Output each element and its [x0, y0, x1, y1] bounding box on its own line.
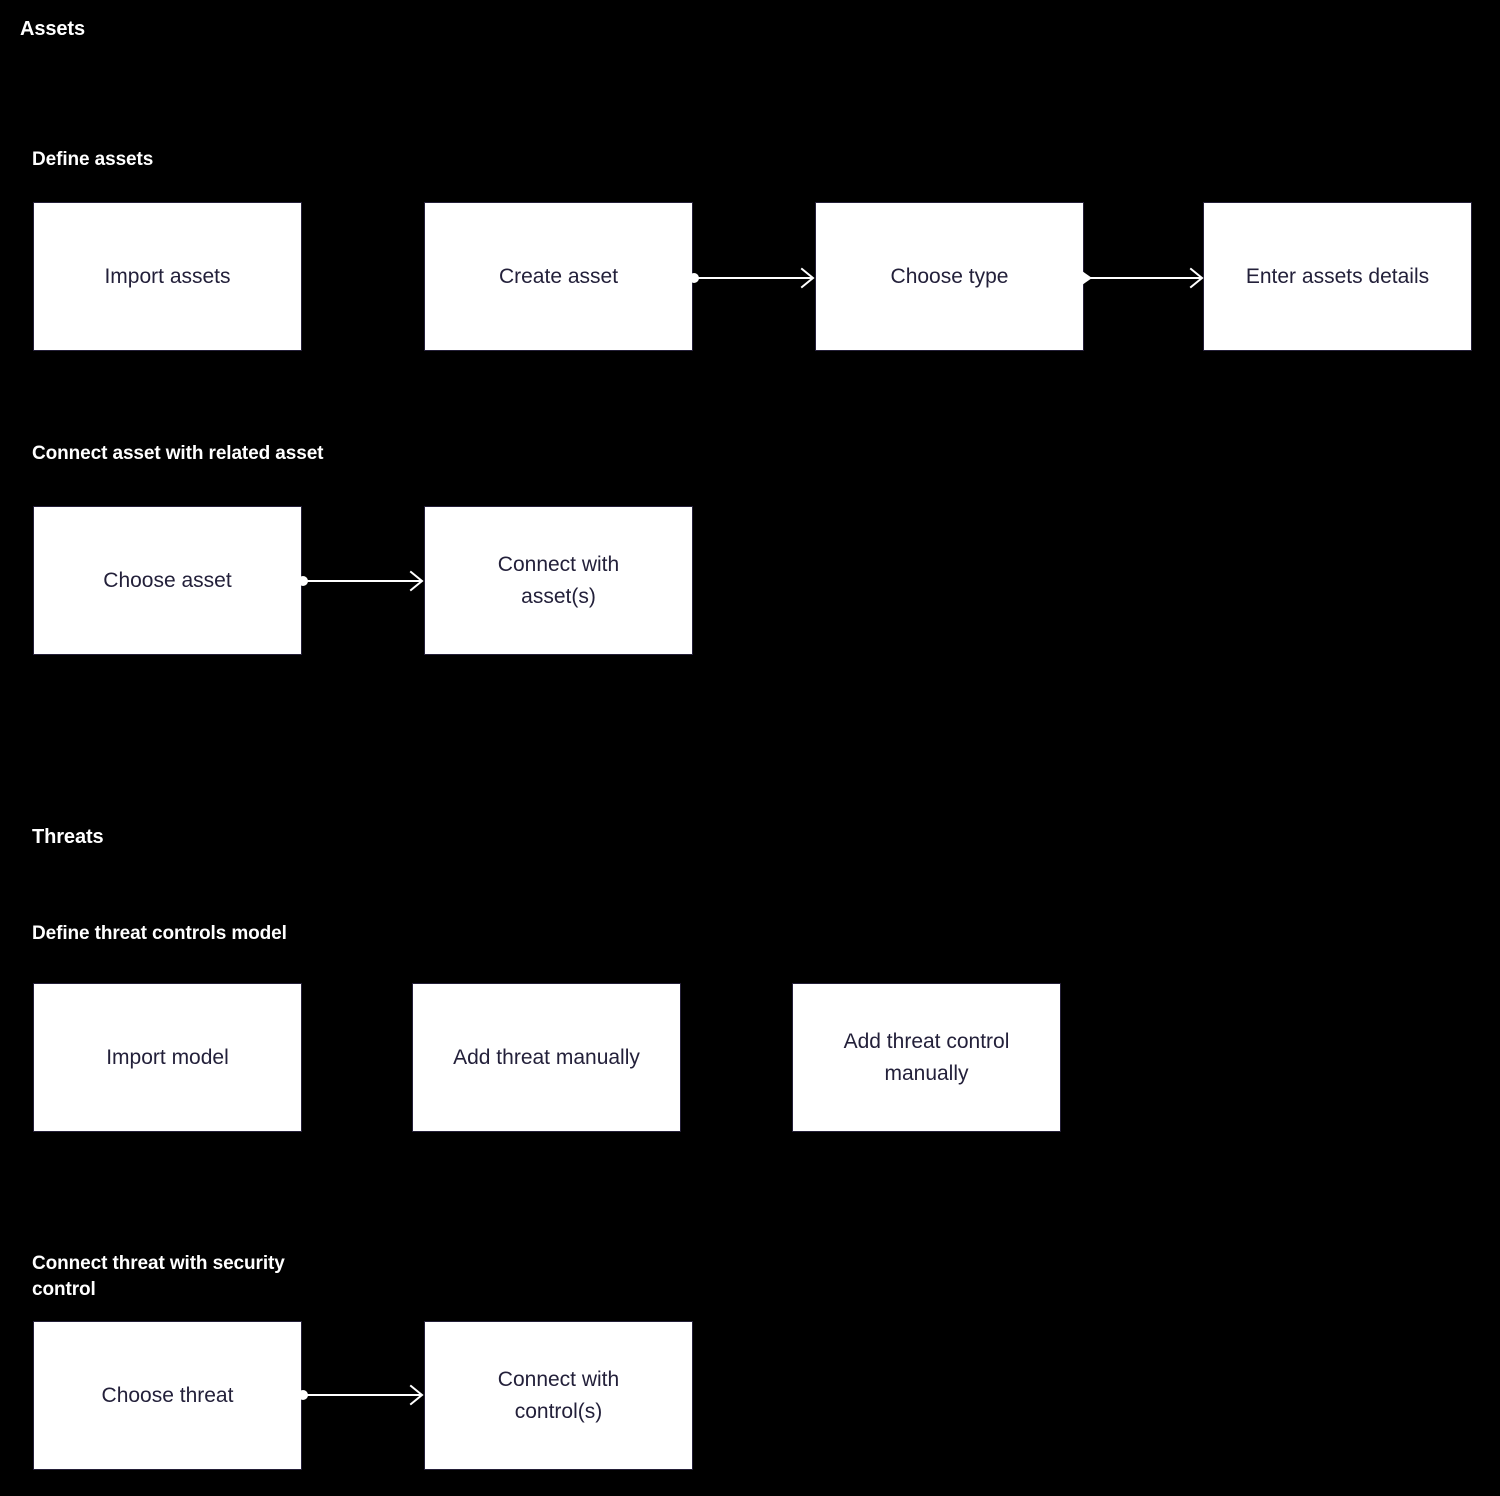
node-label: Add threat control manually — [843, 1029, 1010, 1085]
node-label: Import assets — [104, 264, 231, 288]
section-title-threats: Threats — [32, 826, 104, 848]
node-label: Create asset — [498, 264, 619, 288]
diagram-canvas: Assets Define assets Import assets Creat… — [0, 0, 1500, 1496]
node-label: Enter assets details — [1245, 264, 1430, 288]
node-create-asset[interactable]: Create asset — [424, 202, 693, 351]
node-import-assets[interactable]: Import assets — [33, 202, 302, 351]
node-choose-type[interactable]: Choose type — [815, 202, 1084, 351]
arrowhead-icon — [1189, 267, 1204, 289]
node-label: Connect with asset(s) — [497, 552, 620, 608]
node-label: Choose type — [890, 264, 1009, 288]
subgroup-title-connect-asset-with-related-asset: Connect asset with related asset — [32, 443, 324, 464]
node-label: Connect with control(s) — [497, 1367, 620, 1423]
node-choose-threat[interactable]: Choose threat — [33, 1321, 302, 1470]
node-label: Choose asset — [103, 568, 232, 592]
edge-choose-threat-to-connect-with-controls — [298, 1379, 428, 1411]
node-label: Choose threat — [101, 1383, 234, 1407]
arrowhead-icon — [800, 267, 815, 289]
arrowhead-icon — [409, 570, 424, 592]
arrowhead-icon — [409, 1384, 424, 1406]
node-connect-with-assets[interactable]: Connect with asset(s) — [424, 506, 693, 655]
edge-choose-asset-to-connect-with-assets — [298, 565, 428, 597]
subgroup-title-define-threat-controls-model: Define threat controls model — [32, 923, 287, 944]
section-title-assets: Assets — [20, 18, 85, 40]
node-choose-asset[interactable]: Choose asset — [33, 506, 302, 655]
edge-choose-type-to-enter-assets-details — [1080, 262, 1208, 294]
node-label: Import model — [106, 1045, 229, 1069]
node-connect-with-controls[interactable]: Connect with control(s) — [424, 1321, 693, 1470]
node-import-model[interactable]: Import model — [33, 983, 302, 1132]
node-label: Add threat manually — [453, 1045, 640, 1069]
edge-create-asset-to-choose-type — [689, 262, 819, 294]
subgroup-title-define-assets: Define assets — [32, 149, 154, 170]
node-add-threat-control-manually[interactable]: Add threat control manually — [792, 983, 1061, 1132]
node-add-threat-manually[interactable]: Add threat manually — [412, 983, 681, 1132]
subgroup-title-connect-threat-with-security-control: Connect threat with security control — [32, 1253, 285, 1300]
node-enter-assets-details[interactable]: Enter assets details — [1203, 202, 1472, 351]
